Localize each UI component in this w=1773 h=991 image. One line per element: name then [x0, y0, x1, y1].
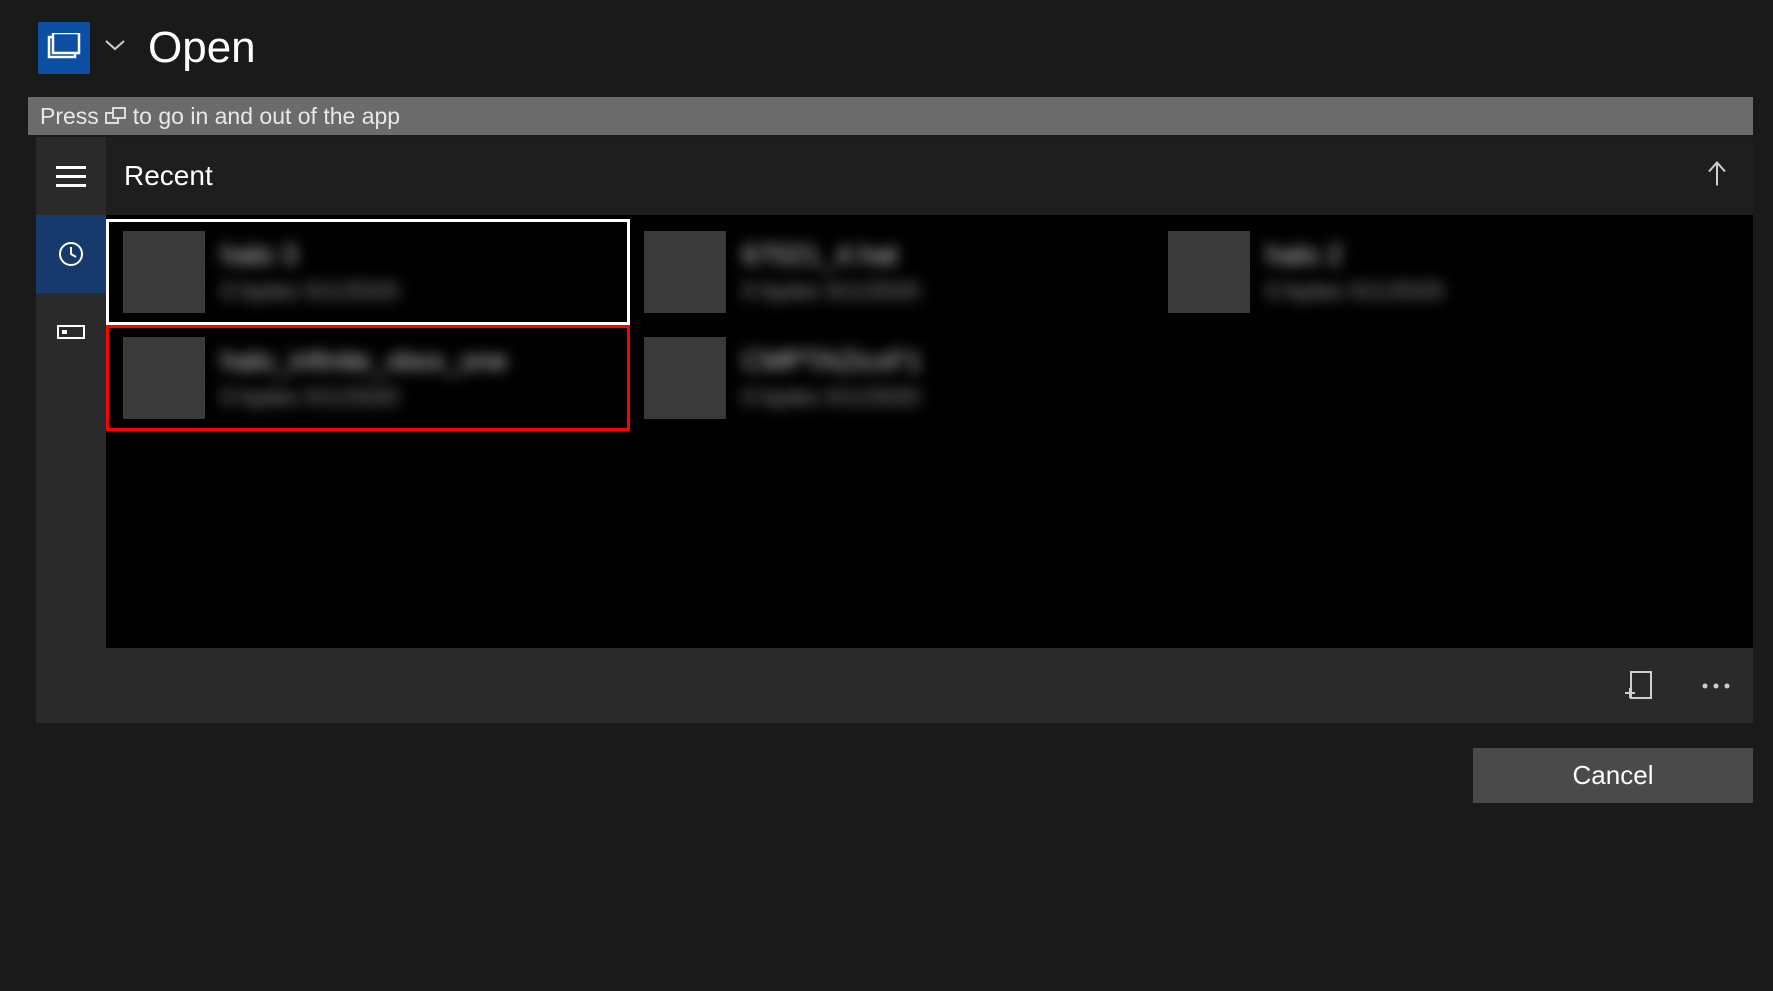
file-name: halo 2	[1266, 238, 1443, 272]
title-bar: Open	[0, 0, 1773, 95]
file-thumbnail	[123, 231, 205, 313]
hint-bar: Press to go in and out of the app	[28, 97, 1753, 135]
file-text: halo_infinite_xbox_one 0 bytes 5/1/2020	[221, 344, 507, 412]
chevron-down-icon[interactable]	[104, 38, 126, 57]
file-thumbnail	[644, 231, 726, 313]
file-thumbnail	[1168, 231, 1250, 313]
file-text: halo 3 0 bytes 5/1/2020	[221, 238, 398, 306]
file-name: 67021_4.hat	[742, 238, 919, 272]
window-title: Open	[148, 23, 256, 73]
file-thumbnail	[644, 337, 726, 419]
cancel-button[interactable]: Cancel	[1473, 748, 1753, 803]
hint-suffix: to go in and out of the app	[133, 103, 400, 130]
file-text: 67021_4.hat 0 bytes 5/1/2020	[742, 238, 919, 306]
new-item-button[interactable]	[1621, 669, 1655, 703]
ellipsis-icon	[1699, 681, 1733, 691]
app-icon[interactable]	[38, 22, 90, 74]
file-name: halo_infinite_xbox_one	[221, 344, 507, 378]
clock-icon	[58, 241, 84, 267]
file-meta: 0 bytes 5/1/2020	[742, 278, 919, 306]
file-text: halo 2 0 bytes 5/1/2020	[1266, 238, 1443, 306]
file-meta: 0 bytes 5/1/2020	[221, 278, 398, 306]
cancel-label: Cancel	[1573, 760, 1654, 791]
content-pane: Recent halo 30 bytes 5/1/202067021_4.hat…	[106, 137, 1753, 723]
arrow-up-icon	[1705, 160, 1729, 188]
sidebar-item-devices[interactable]	[36, 293, 106, 371]
file-meta: 0 bytes 5/1/2020	[742, 384, 922, 412]
window-switch-icon	[105, 107, 127, 125]
content-header: Recent	[106, 137, 1753, 215]
up-arrow-button[interactable]	[1705, 160, 1729, 193]
sidebar	[36, 137, 106, 723]
file-item[interactable]: 67021_4.hat 0 bytes 5/1/2020	[630, 219, 1154, 325]
file-name: halo 3	[221, 238, 398, 272]
bottom-toolbar	[106, 648, 1753, 723]
file-name: CMPTAZicxF1	[742, 344, 922, 378]
file-list-area: halo 3 0 bytes 5/1/2020 67021_4.hat 0 bytes…	[106, 215, 1753, 648]
file-item[interactable]: CMPTAZicxF1 0 bytes 5/1/2020	[630, 325, 1154, 431]
file-item[interactable]: halo 3 0 bytes 5/1/2020	[106, 219, 630, 325]
more-button[interactable]	[1699, 681, 1733, 691]
add-page-icon	[1621, 669, 1655, 703]
hint-prefix: Press	[40, 103, 99, 130]
file-meta: 0 bytes 5/1/2020	[1266, 278, 1443, 306]
sidebar-item-recent[interactable]	[36, 215, 106, 293]
device-icon	[57, 325, 85, 339]
file-item[interactable]: halo_infinite_xbox_one 0 bytes 5/1/2020	[106, 325, 630, 431]
file-text: CMPTAZicxF1 0 bytes 5/1/2020	[742, 344, 922, 412]
file-item[interactable]: halo 2 0 bytes 5/1/2020	[1154, 219, 1678, 325]
file-meta: 0 bytes 5/1/2020	[221, 384, 507, 412]
file-thumbnail	[123, 337, 205, 419]
section-title: Recent	[124, 160, 213, 192]
hamburger-menu-button[interactable]	[36, 137, 106, 215]
folder-open-icon	[47, 33, 81, 63]
